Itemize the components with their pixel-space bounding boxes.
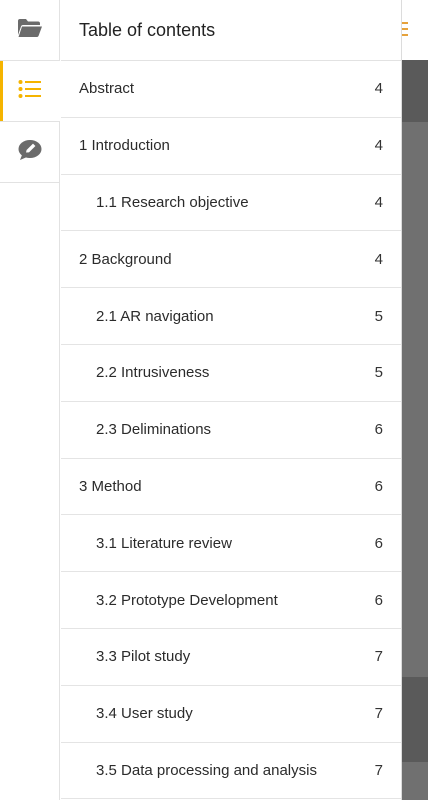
toc-item[interactable]: 2 Background 4 (61, 231, 401, 289)
toc-item-page: 6 (374, 534, 383, 552)
dimmed-document-overlay[interactable] (402, 0, 428, 800)
toc-item-page: 4 (374, 80, 383, 98)
toc-item-page: 4 (374, 137, 383, 155)
toc-item-label: 1.1 Research objective (96, 193, 249, 211)
document-block (402, 60, 428, 122)
toc-item-label: Abstract (79, 80, 135, 98)
app-root: Table of contents Abstract 4 1 Introductio… (0, 0, 428, 800)
toc-item[interactable]: 3.3 Pilot study 7 (61, 629, 401, 686)
toc-item-label: 2.2 Intrusiveness (96, 364, 210, 382)
toc-item-page: 5 (374, 307, 383, 325)
toc-item-label: 3.2 Prototype Development (96, 591, 278, 609)
toc-item-page: 4 (374, 250, 383, 268)
toc-item[interactable]: 2.3 Deliminations 6 (61, 402, 401, 459)
toc-item[interactable]: 2.1 AR navigation 5 (61, 288, 401, 345)
toc-item-label: 3.4 User study (96, 705, 193, 723)
panel-title: Table of contents (61, 0, 401, 61)
toc-panel: Table of contents Abstract 4 1 Introductio… (61, 0, 402, 800)
toc-item-label: 3.3 Pilot study (96, 648, 191, 666)
list-icon (18, 79, 42, 104)
toc-item[interactable]: 1 Introduction 4 (61, 118, 401, 175)
document-toolbar (402, 0, 428, 60)
toc-item-page: 7 (374, 705, 383, 723)
toc-item[interactable]: Abstract 4 (61, 61, 401, 118)
toc-item[interactable]: 2.2 Intrusiveness 5 (61, 345, 401, 402)
toc-list: Abstract 4 1 Introduction 4 1.1 Research obj… (61, 61, 401, 800)
toc-item[interactable]: 1.1 Research objective 4 (61, 175, 401, 232)
toc-item[interactable]: 3.4 User study 7 (61, 686, 401, 743)
toc-item-page: 6 (374, 477, 383, 495)
toc-item-page: 6 (374, 591, 383, 609)
rail-button-annotations[interactable] (0, 122, 60, 183)
folder-open-icon (17, 18, 43, 43)
toc-item-label: 1 Introduction (79, 137, 170, 155)
toc-item-page: 7 (374, 648, 383, 666)
toc-item[interactable]: 3.2 Prototype Development 6 (61, 572, 401, 629)
toc-item[interactable]: 3.5 Data processing and analysis 7 (61, 743, 401, 800)
toc-item-label: 3.1 Literature review (96, 534, 232, 552)
toc-item-page: 6 (374, 421, 383, 439)
toc-item-page: 4 (374, 193, 383, 211)
document-block (402, 677, 428, 762)
toc-item[interactable]: 3 Method 6 (61, 459, 401, 516)
menu-icon (402, 22, 408, 36)
toc-item[interactable]: 3.1 Literature review 6 (61, 515, 401, 573)
toc-item-label: 2.1 AR navigation (96, 307, 214, 325)
side-rail (0, 0, 60, 800)
toc-item-page: 7 (374, 761, 383, 779)
rail-button-files[interactable] (0, 0, 60, 61)
toc-item-label: 2 Background (79, 250, 172, 268)
toc-item-label: 3 Method (79, 477, 142, 495)
toc-item-page: 5 (374, 364, 383, 382)
comment-edit-icon (17, 139, 43, 166)
toc-item-label: 2.3 Deliminations (96, 421, 212, 439)
toc-item-label: 3.5 Data processing and analysis (96, 761, 317, 779)
rail-button-contents[interactable] (0, 61, 60, 122)
